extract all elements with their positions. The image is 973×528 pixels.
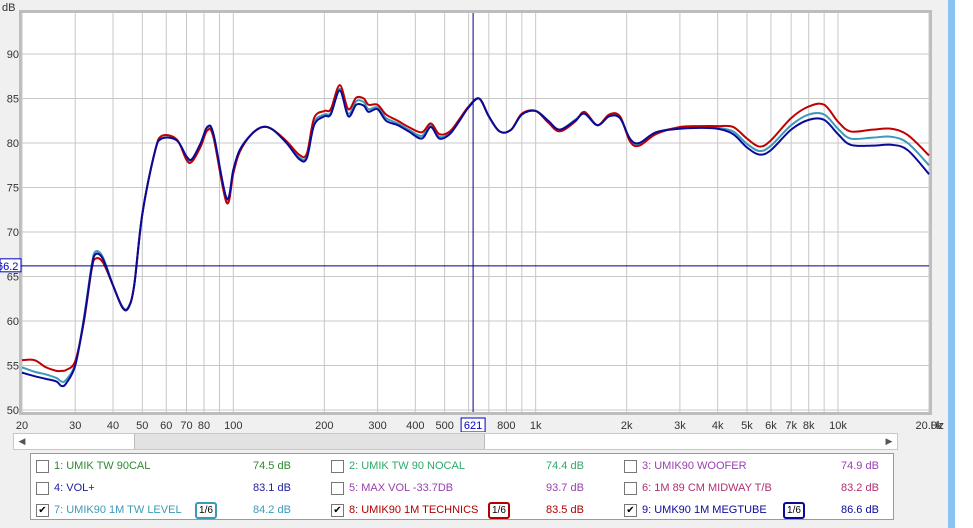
measurement-name: 5: MAX VOL -33.7DB xyxy=(349,482,454,494)
visibility-checkbox[interactable]: ✔ xyxy=(36,503,49,517)
smoothing-badge[interactable]: 1/6 xyxy=(783,502,805,519)
x-tick-label: 500 xyxy=(435,420,453,432)
x-tick-label: 40 xyxy=(107,420,119,432)
x-tick-label: 6k xyxy=(765,420,777,432)
x-tick-label: 300 xyxy=(368,420,386,432)
x-tick-label: 8k xyxy=(803,420,815,432)
x-tick-label: 30 xyxy=(69,420,81,432)
visibility-checkbox[interactable] xyxy=(624,459,637,473)
x-tick-label: 10k xyxy=(829,420,847,432)
legend-item[interactable]: 2: UMIK TW 90 NOCAL xyxy=(331,456,465,476)
x-tick-label: 400 xyxy=(406,420,424,432)
legend-item[interactable]: ✔ 8: UMIK90 1M TECHNICS xyxy=(331,500,478,520)
x-tick-label: 4k xyxy=(712,420,724,432)
x-tick-label: 70 xyxy=(180,420,192,432)
x-tick-label: 7k xyxy=(785,420,797,432)
scroll-right-button[interactable]: ▶ xyxy=(881,434,897,449)
measurement-name: 3: UMIK90 WOOFER xyxy=(642,460,747,472)
scrollbar-thumb[interactable] xyxy=(134,434,485,449)
visibility-checkbox[interactable] xyxy=(331,481,344,495)
y-tick-label: 90 xyxy=(7,49,19,61)
frequency-response-chart[interactable]: dB 50 55 60 65 70 75 80 85 90 20 30 40 50 60 70 80 100 200… xyxy=(0,0,948,432)
x-tick-label: 800 xyxy=(497,420,515,432)
legend-item[interactable]: 4: VOL+ xyxy=(36,478,95,498)
x-tick-label: 200 xyxy=(315,420,333,432)
x-tick-label: 100 xyxy=(224,420,242,432)
x-tick-label: 50 xyxy=(136,420,148,432)
y-axis-unit: dB xyxy=(2,2,15,14)
x-tick-label: 2k xyxy=(621,420,633,432)
measurement-level: 83.1 dB xyxy=(253,482,291,494)
measurement-name: 9: UMK90 1M MEGTUBE xyxy=(642,504,767,516)
x-tick-label: 1k xyxy=(530,420,542,432)
y-tick-label: 75 xyxy=(7,183,19,195)
measurement-level: 86.6 dB xyxy=(841,504,879,516)
legend-item[interactable]: ✔ 9: UMK90 1M MEGTUBE xyxy=(624,500,767,520)
cursor-x-label: 621 xyxy=(464,420,482,432)
x-axis-unit: Hz xyxy=(931,420,944,432)
rew-graph-window: dB 50 55 60 65 70 75 80 85 90 20 30 40 50 60 70 80 100 200… xyxy=(0,0,948,528)
visibility-checkbox[interactable] xyxy=(331,459,344,473)
y-tick-label: 60 xyxy=(7,316,19,328)
y-tick-label: 70 xyxy=(7,227,19,239)
measurement-level: 83.5 dB xyxy=(546,504,584,516)
measurement-level: 74.5 dB xyxy=(253,460,291,472)
legend-item[interactable]: 6: 1M 89 CM MIDWAY T/B xyxy=(624,478,772,498)
measurement-legend: 1: UMIK TW 90CAL 74.5 dB 2: UMIK TW 90 NOC… xyxy=(30,453,894,520)
x-tick-label: 80 xyxy=(198,420,210,432)
x-tick-label: 5k xyxy=(741,420,753,432)
measurement-name: 6: 1M 89 CM MIDWAY T/B xyxy=(642,482,772,494)
measurement-name: 4: VOL+ xyxy=(54,482,95,494)
legend-item[interactable]: 3: UMIK90 WOOFER xyxy=(624,456,747,476)
measurement-level: 93.7 dB xyxy=(546,482,584,494)
visibility-checkbox[interactable]: ✔ xyxy=(331,503,344,517)
x-tick-label: 60 xyxy=(160,420,172,432)
scroll-left-button[interactable]: ◀ xyxy=(14,434,30,449)
x-tick-label: 3k xyxy=(674,420,686,432)
x-tick-label: 20 xyxy=(16,420,28,432)
plot-area xyxy=(22,13,929,412)
measurement-name: 2: UMIK TW 90 NOCAL xyxy=(349,460,465,472)
legend-item[interactable]: 5: MAX VOL -33.7DB xyxy=(331,478,453,498)
y-tick-label: 55 xyxy=(7,361,19,373)
y-tick-label: 65 xyxy=(7,272,19,284)
measurement-name: 7: UMIK90 1M TW LEVEL xyxy=(54,504,182,516)
smoothing-badge[interactable]: 1/6 xyxy=(195,502,217,519)
visibility-checkbox[interactable] xyxy=(36,481,49,495)
legend-item[interactable]: 1: UMIK TW 90CAL xyxy=(36,456,150,476)
visibility-checkbox[interactable] xyxy=(36,459,49,473)
legend-item[interactable]: ✔ 7: UMIK90 1M TW LEVEL xyxy=(36,500,182,520)
visibility-checkbox[interactable] xyxy=(624,481,637,495)
y-tick-label: 50 xyxy=(7,405,19,417)
window-border xyxy=(948,0,955,528)
measurement-name: 8: UMIK90 1M TECHNICS xyxy=(349,504,479,516)
horizontal-scrollbar[interactable]: ◀ ▶ xyxy=(13,433,898,450)
measurement-level: 84.2 dB xyxy=(253,504,291,516)
y-tick-label: 80 xyxy=(7,138,19,150)
measurement-level: 74.9 dB xyxy=(841,460,879,472)
visibility-checkbox[interactable]: ✔ xyxy=(624,503,637,517)
cursor-y-label: 66.2 xyxy=(0,261,18,273)
measurement-level: 74.4 dB xyxy=(546,460,584,472)
measurement-name: 1: UMIK TW 90CAL xyxy=(54,460,151,472)
measurement-level: 83.2 dB xyxy=(841,482,879,494)
smoothing-badge[interactable]: 1/6 xyxy=(488,502,510,519)
y-tick-label: 85 xyxy=(7,94,19,106)
